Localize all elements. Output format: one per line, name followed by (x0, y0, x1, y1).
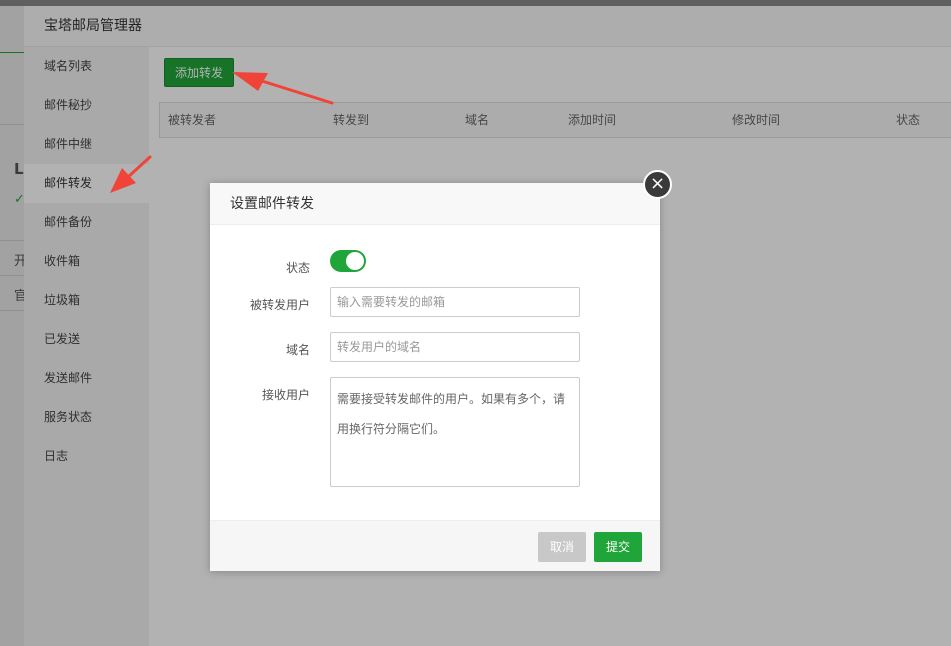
cancel-button[interactable]: 取消 (538, 532, 586, 562)
close-icon[interactable]: × (643, 170, 672, 199)
status-toggle[interactable] (330, 250, 366, 272)
forward-settings-dialog: 设置邮件转发 × 状态 被转发用户 域名 接收用户 取消 提交 (210, 170, 672, 571)
receiver-label: 接收用户 (261, 388, 310, 402)
forwarded-user-label: 被转发用户 (249, 298, 310, 312)
toggle-knob (346, 252, 364, 270)
submit-button[interactable]: 提交 (594, 532, 642, 562)
domain-input[interactable] (330, 332, 580, 362)
status-label: 状态 (285, 261, 310, 275)
forwarded-user-input[interactable] (330, 287, 580, 317)
dialog-footer: 取消 提交 (210, 520, 660, 571)
domain-label: 域名 (285, 343, 310, 357)
dialog-title: 设置邮件转发 (210, 183, 660, 225)
receiver-textarea[interactable] (330, 377, 580, 487)
